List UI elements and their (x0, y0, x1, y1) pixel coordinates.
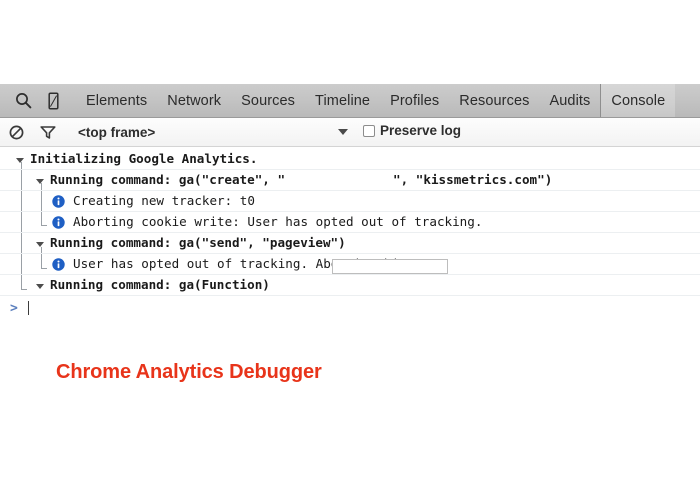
console-row[interactable]: Creating new tracker: t0 (0, 191, 700, 212)
console-message-text: Running command: ga("send", "pageview") (50, 235, 346, 250)
page-caption: Chrome Analytics Debugger (56, 361, 322, 383)
execution-context-selector[interactable]: <top frame> (78, 125, 155, 140)
tab-audits[interactable]: Audits (539, 84, 600, 117)
tab-label: Elements (86, 92, 148, 109)
disclosure-triangle-icon[interactable] (36, 241, 44, 247)
redaction-box (332, 259, 448, 274)
disclosure-triangle-icon[interactable] (36, 178, 44, 184)
console-message-text: Running command: ga("create", " (50, 172, 286, 187)
execution-context-value: <top frame> (78, 124, 156, 140)
console-row[interactable]: Running command: ga("create", " ", "kiss… (0, 170, 700, 191)
tab-sources[interactable]: Sources (231, 84, 305, 117)
devtools-tabbar: Elements Network Sources Timeline Profil… (0, 84, 700, 118)
info-icon (52, 215, 65, 229)
redacted-tracking-id (285, 170, 393, 190)
disclosure-triangle-icon[interactable] (16, 157, 24, 163)
prompt-arrow-icon: > (10, 300, 18, 316)
tab-resources[interactable]: Resources (449, 84, 539, 117)
preserve-log-label: Preserve log (380, 123, 462, 138)
console-toolbar: <top frame> Preserve log (0, 118, 700, 147)
preserve-log-checkbox[interactable] (363, 125, 375, 137)
search-icon[interactable] (8, 84, 38, 117)
console-message-text-after: ", "kissmetrics.com") (393, 172, 553, 187)
screenshot-root: Elements Network Sources Timeline Profil… (0, 0, 700, 500)
chevron-down-icon[interactable] (338, 129, 348, 135)
tab-label: Audits (549, 92, 591, 109)
devtools-panel: Elements Network Sources Timeline Profil… (0, 84, 700, 320)
tab-elements[interactable]: Elements (76, 84, 157, 117)
console-row[interactable]: Running command: ga("send", "pageview") (0, 233, 700, 254)
tab-label: Sources (241, 92, 296, 109)
tab-profiles[interactable]: Profiles (380, 84, 449, 117)
console-message-list: Initializing Google Analytics. Running c… (0, 147, 700, 320)
console-message-text: Aborting cookie write: User has opted ou… (73, 214, 483, 229)
tab-label: Timeline (315, 92, 371, 109)
tab-label: Console (611, 92, 666, 109)
info-icon (52, 194, 65, 208)
tab-timeline[interactable]: Timeline (305, 84, 380, 117)
text-cursor (27, 301, 29, 315)
preserve-log-control[interactable]: Preserve log (363, 124, 461, 138)
tab-label: Resources (459, 92, 530, 109)
tab-network[interactable]: Network (157, 84, 231, 117)
console-prompt[interactable]: > (0, 296, 700, 320)
console-message-text: Creating new tracker: t0 (73, 193, 255, 208)
tab-label: Network (167, 92, 222, 109)
device-toggle-icon[interactable] (38, 84, 68, 117)
console-message-text: Initializing Google Analytics. (30, 151, 258, 166)
tab-label: Profiles (390, 92, 440, 109)
clear-console-icon[interactable] (0, 118, 32, 147)
console-row[interactable]: Initializing Google Analytics. (0, 149, 700, 170)
info-icon (52, 257, 65, 271)
devtools-tab-list: Elements Network Sources Timeline Profil… (76, 84, 676, 117)
tab-console[interactable]: Console (600, 84, 676, 117)
disclosure-triangle-icon[interactable] (36, 283, 44, 289)
console-row[interactable]: Running command: ga(Function) (0, 275, 700, 296)
console-message-text: Running command: ga(Function) (50, 277, 270, 292)
filter-funnel-icon[interactable] (32, 118, 64, 147)
console-row[interactable]: Aborting cookie write: User has opted ou… (0, 212, 700, 233)
